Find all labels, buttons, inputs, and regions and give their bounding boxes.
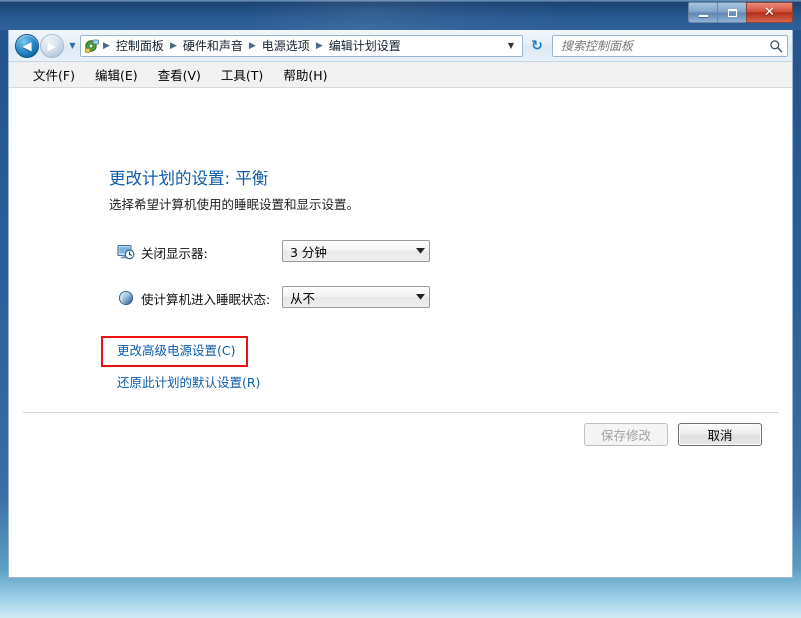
title-bar[interactable]: ✕ — [0, 0, 801, 30]
breadcrumb-separator-2: ▶ — [248, 40, 256, 51]
maximize-button[interactable] — [717, 2, 746, 23]
menu-bar: 文件(F) 编辑(E) 查看(V) 工具(T) 帮助(H) — [9, 62, 792, 88]
turn-off-display-value: 3 分钟 — [290, 244, 327, 260]
breadcrumb-separator-1: ▶ — [169, 40, 177, 51]
breadcrumb-separator-3: ▶ — [315, 40, 323, 51]
refresh-button[interactable]: ↻ — [526, 35, 548, 57]
control-panel-icon — [84, 38, 100, 54]
menu-item-help[interactable]: 帮助(H) — [273, 62, 337, 87]
title-bar-hairline — [0, 0, 801, 2]
recent-pages-dropdown-button[interactable]: ▼ — [66, 40, 79, 50]
minimize-button[interactable] — [688, 2, 717, 23]
navigation-bar: ◀ ▶ ▼ ▶ 控制面板 ▶ 硬件和声音 ▶ 电源选项 ▶ 编辑计划设置 ▼ ↻… — [9, 30, 792, 62]
forward-arrow-icon: ▶ — [47, 38, 57, 53]
chevron-down-icon: ▼ — [69, 40, 76, 50]
maximize-icon — [727, 8, 737, 17]
menu-item-tools[interactable]: 工具(T) — [211, 62, 273, 87]
breadcrumb-item-control-panel[interactable]: 控制面板 — [112, 35, 168, 56]
turn-off-display-dropdown[interactable]: 3 分钟 — [282, 240, 430, 262]
close-button[interactable]: ✕ — [746, 2, 793, 23]
breadcrumb-dropdown-button[interactable]: ▼ — [504, 41, 520, 50]
window-client-area: ◀ ▶ ▼ ▶ 控制面板 ▶ 硬件和声音 ▶ 电源选项 ▶ 编辑计划设置 ▼ ↻… — [8, 30, 793, 578]
back-button[interactable]: ◀ — [15, 33, 39, 58]
page-content: 更改计划的设置: 平衡 选择希望计算机使用的睡眠设置和显示设置。 关闭显示器: — [9, 88, 792, 576]
close-icon: ✕ — [764, 5, 775, 20]
dialog-button-bar: 保存修改 取消 — [584, 423, 762, 446]
cancel-button[interactable]: 取消 — [678, 423, 762, 446]
content-separator — [23, 412, 778, 413]
search-box[interactable] — [552, 34, 788, 57]
setting-row-put-computer-to-sleep: 使计算机进入睡眠状态: — [117, 286, 270, 310]
search-icon — [768, 39, 784, 53]
forward-button[interactable]: ▶ — [40, 33, 64, 58]
menu-item-edit[interactable]: 编辑(E) — [85, 62, 148, 87]
put-computer-to-sleep-value: 从不 — [290, 290, 316, 306]
page-title: 更改计划的设置: 平衡 — [109, 169, 269, 188]
monitor-clock-icon — [117, 243, 135, 261]
search-input[interactable] — [559, 37, 768, 54]
chevron-down-icon[interactable] — [412, 294, 429, 300]
window-frame: ✕ ◀ ▶ ▼ ▶ 控制面板 ▶ 硬件和声音 ▶ 电源选项 ▶ 编辑计划设置 ▼… — [0, 0, 801, 618]
chevron-down-icon[interactable] — [412, 248, 429, 254]
breadcrumb-separator-0: ▶ — [103, 40, 110, 51]
change-advanced-power-settings-link[interactable]: 更改高级电源设置(C) — [117, 340, 235, 359]
breadcrumb-item-edit-plan-settings[interactable]: 编辑计划设置 — [325, 35, 405, 56]
breadcrumb-item-hardware-and-sound[interactable]: 硬件和声音 — [179, 35, 247, 56]
menu-item-view[interactable]: 查看(V) — [148, 62, 211, 87]
breadcrumb[interactable]: ▶ 控制面板 ▶ 硬件和声音 ▶ 电源选项 ▶ 编辑计划设置 ▼ — [80, 34, 523, 57]
minimize-icon — [698, 15, 708, 17]
back-arrow-icon: ◀ — [22, 38, 32, 53]
breadcrumb-item-power-options[interactable]: 电源选项 — [258, 35, 314, 56]
moon-sleep-icon — [117, 289, 135, 307]
restore-plan-defaults-link[interactable]: 还原此计划的默认设置(R) — [117, 372, 260, 391]
menu-item-file[interactable]: 文件(F) — [23, 62, 85, 87]
put-computer-to-sleep-dropdown[interactable]: 从不 — [282, 286, 430, 308]
setting-row-turn-off-display: 关闭显示器: — [117, 240, 208, 264]
save-changes-button[interactable]: 保存修改 — [584, 423, 668, 446]
refresh-icon: ↻ — [531, 37, 543, 54]
setting-label-turn-off-display: 关闭显示器: — [141, 245, 208, 261]
setting-label-put-computer-to-sleep: 使计算机进入睡眠状态: — [141, 291, 271, 307]
page-subtitle: 选择希望计算机使用的睡眠设置和显示设置。 — [109, 197, 360, 212]
caption-buttons: ✕ — [688, 2, 793, 23]
